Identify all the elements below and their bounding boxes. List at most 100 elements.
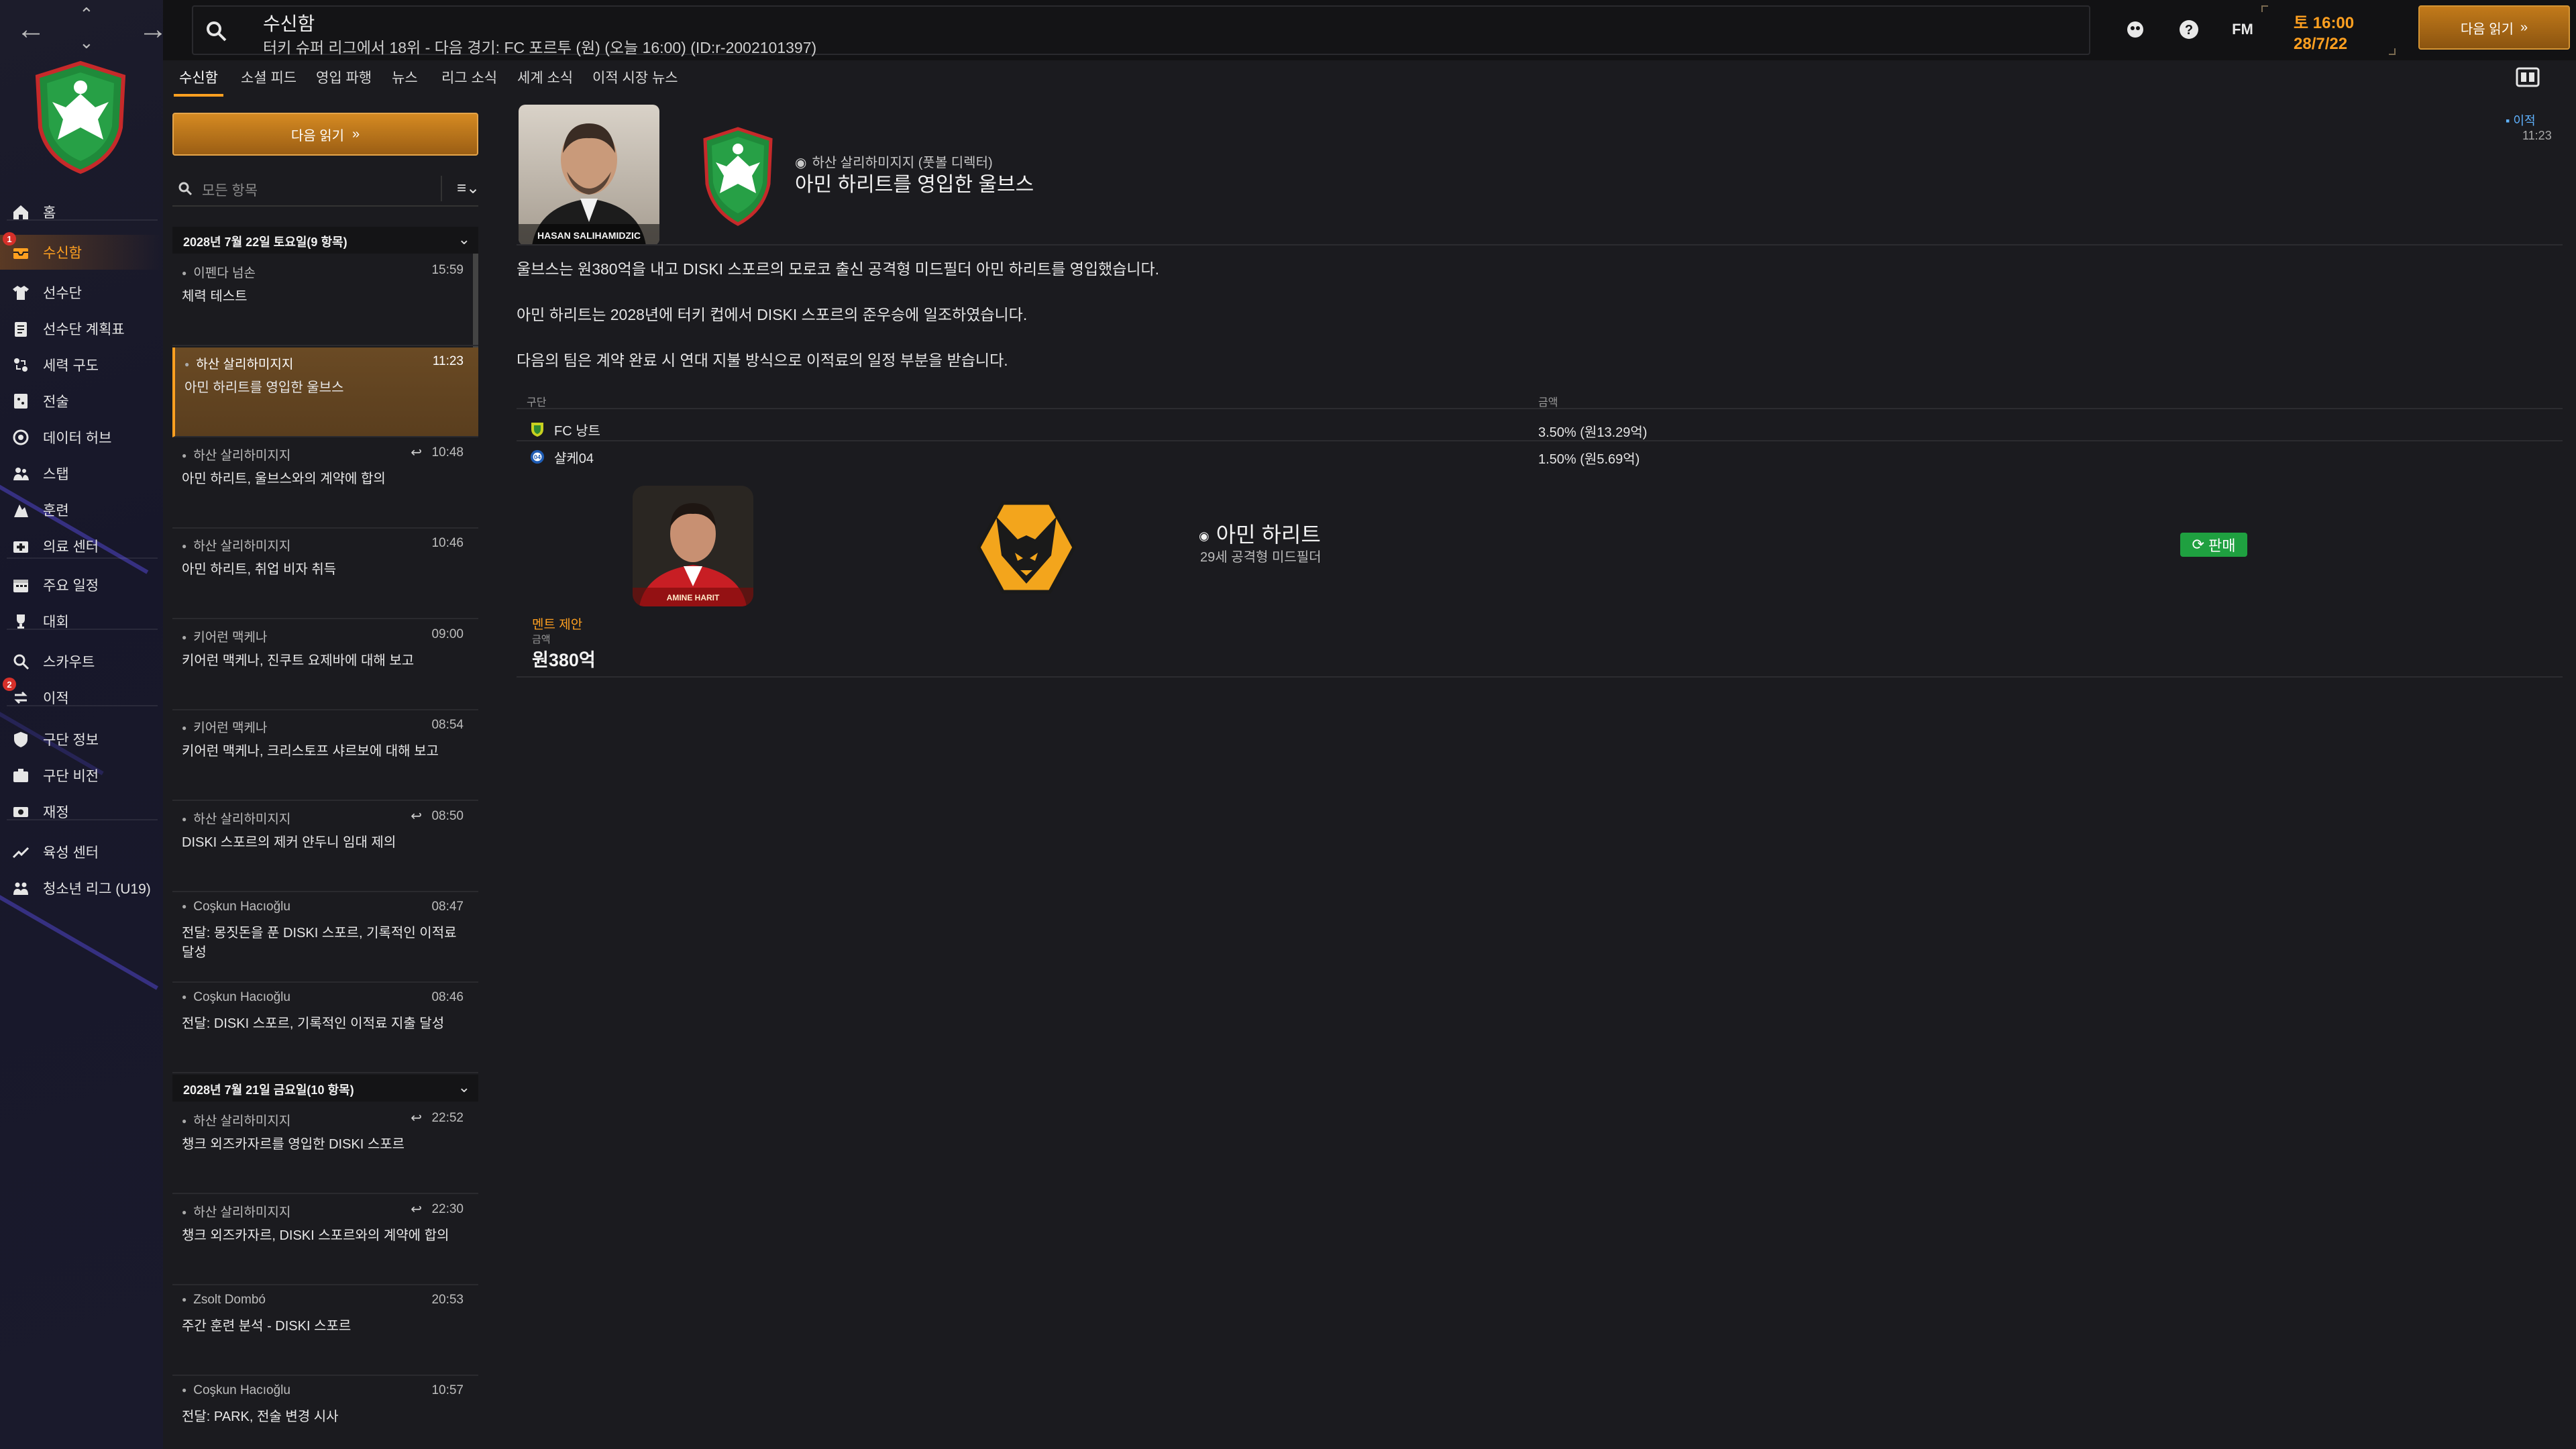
reply-icon: ↩ xyxy=(411,445,422,460)
player-name[interactable]: ◉ 아민 하리트 xyxy=(1199,518,1321,549)
tab-world-news[interactable]: 세계 소식 xyxy=(517,67,573,87)
message-subject: 체력 테스트 xyxy=(182,289,248,304)
inbox-message[interactable]: 키어런 맥케나 09:00 키어런 맥케나, 진쿠트 요제바에 대해 보고 xyxy=(172,621,478,710)
sidebar-item[interactable]: 구단 비전 xyxy=(0,758,163,793)
wolves-crest-icon[interactable] xyxy=(976,500,1077,594)
game-date[interactable]: 토 16:00 28/7/22 xyxy=(2261,5,2396,55)
sidebar-item[interactable]: 청소년 리그 (U19) xyxy=(0,871,163,906)
sidebar-item[interactable]: 세력 구도 xyxy=(0,347,163,382)
message-subject: 아민 하리트, 취업 비자 취득 xyxy=(182,562,337,577)
message-time: 20:53 xyxy=(431,1293,464,1307)
development-icon xyxy=(11,842,31,862)
chevron-down-icon[interactable]: ⌄ xyxy=(458,231,470,248)
inbox-message[interactable]: Coşkun Hacıoğlu 10:57 전달: PARK, 전술 변경 시사 xyxy=(172,1377,478,1449)
inbox-message[interactable]: 하산 살리하미지지 ↩ 10:48 아민 하리트, 울브스와의 계약에 합의 xyxy=(172,439,478,529)
message-subject: DISKI 스포르의 제커 얀두니 임대 제의 xyxy=(182,835,396,850)
message-tag[interactable]: ▪ 이적 xyxy=(2506,111,2536,129)
club-row[interactable]: 04 샬케04 xyxy=(530,447,594,467)
sidebar-item[interactable]: 대회 xyxy=(0,604,163,639)
sidebar-divider xyxy=(7,557,158,559)
sidebar-item[interactable]: 스카우트 xyxy=(0,644,163,679)
sidebar-item[interactable]: 육성 센터 xyxy=(0,835,163,869)
tab-news[interactable]: 뉴스 xyxy=(392,67,418,87)
dynamics-icon xyxy=(11,355,31,375)
chevron-down-icon[interactable]: ⌄ xyxy=(458,1079,470,1096)
tab-transfer-news[interactable]: 이적 시장 뉴스 xyxy=(592,67,678,87)
club-crest-icon[interactable] xyxy=(34,60,127,174)
message-time: 08:54 xyxy=(431,718,464,732)
inbox-message[interactable]: Coşkun Hacıoğlu 08:46 전달: DISKI 스포르, 기록적인 … xyxy=(172,983,478,1073)
message-paragraph: 울브스는 원380억을 내고 DISKI 스포르의 모로코 출신 공격형 미드필… xyxy=(517,260,1160,278)
fee-type: 멘트 제안 xyxy=(532,618,583,632)
date-group-header[interactable]: 2028년 7월 22일 토요일(9 항목) ⌄ xyxy=(172,227,478,254)
message-time: 22:52 xyxy=(431,1111,464,1125)
tab-inbox[interactable]: 수신함 xyxy=(174,67,223,97)
sidebar-item[interactable]: 주요 일정 xyxy=(0,568,163,602)
sidebar-divider xyxy=(7,219,158,221)
message-sender: 키어런 맥케나 xyxy=(182,718,267,736)
sidebar-item[interactable]: 2 이적 xyxy=(0,678,163,715)
club-row[interactable]: FC 낭트 xyxy=(530,419,600,439)
arrow-right-icon[interactable]: → xyxy=(138,15,163,44)
message-subject: 키어런 맥케나, 진쿠트 요제바에 대해 보고 xyxy=(182,653,415,668)
date-day-time: 토 16:00 xyxy=(2294,14,2355,32)
sidebar-item[interactable]: 전술 xyxy=(0,384,163,419)
layout-toggle-icon[interactable] xyxy=(2514,66,2541,89)
tab-league-news[interactable]: 리그 소식 xyxy=(441,67,497,87)
help-icon[interactable]: ? xyxy=(2176,16,2202,43)
inbox-continue-button[interactable]: 다음 읽기 » xyxy=(172,113,478,156)
chevron-down-icon[interactable]: ⌄ xyxy=(79,34,94,51)
fee-sub-label: 금액 xyxy=(532,634,551,645)
inbox-filter[interactable]: 모든 항목 ≡⌄ xyxy=(172,170,480,207)
data-hub-icon xyxy=(11,427,31,447)
sidebar-item[interactable]: 데이터 허브 xyxy=(0,420,163,455)
message-sender: 하산 살리하미지지 xyxy=(182,536,290,554)
inbox-message[interactable]: 하산 살리하미지지 11:23 아민 하리트를 영입한 울브스 xyxy=(172,347,478,437)
inbox-message[interactable]: 이펜다 넘손 15:59 체력 테스트 xyxy=(172,256,478,346)
sidebar-item[interactable]: 선수단 계획표 xyxy=(0,311,163,346)
club-info-icon xyxy=(11,729,31,749)
svg-text:?: ? xyxy=(2185,23,2193,38)
sidebar-item[interactable]: 홈 xyxy=(0,195,163,229)
inbox-message[interactable]: 하산 살리하미지지 ↩ 22:30 챙크 외즈카자르, DISKI 스포르와의 계약에… xyxy=(172,1195,478,1285)
manager-icon[interactable] xyxy=(2122,16,2149,43)
message-sender: Zsolt Dombó xyxy=(182,1293,266,1307)
message-subject: 주간 훈련 분석 - DISKI 스포르 xyxy=(182,1319,352,1334)
arrow-left-icon[interactable]: ← xyxy=(16,15,46,44)
inbox-message[interactable]: 하산 살리하미지지 ↩ 08:50 DISKI 스포르의 제커 얀두니 임대 제의 xyxy=(172,802,478,892)
message-time: 10:57 xyxy=(431,1383,464,1397)
inbox-message[interactable]: Coşkun Hacıoğlu 08:47 전달: 몽짓돈을 푼 DISKI 스포르… xyxy=(172,893,478,983)
message-subject: 아민 하리트, 울브스와의 계약에 합의 xyxy=(182,472,386,486)
message-subject: 키어런 맥케나, 크리스토프 샤르보에 대해 보고 xyxy=(182,744,439,759)
sidebar-item[interactable]: 1 수신함 xyxy=(0,232,163,270)
chevron-up-icon[interactable]: ⌃ xyxy=(79,5,94,23)
message-time: 08:47 xyxy=(431,900,464,914)
fm-menu-button[interactable]: FM xyxy=(2229,16,2256,43)
inbox-message[interactable]: 하산 살리하미지지 ↩ 22:52 챙크 외즈카자르를 영입한 DISKI 스포르 xyxy=(172,1104,478,1194)
message-time: 08:46 xyxy=(431,990,464,1004)
search-bar[interactable]: 수신함 터키 슈퍼 리그에서 18위 - 다음 경기: FC 포르투 (원) (… xyxy=(192,5,2090,56)
date-group-header[interactable]: 2028년 7월 21일 금요일(10 항목) ⌄ xyxy=(172,1075,478,1102)
inbox-message[interactable]: Zsolt Dombó 20:53 주간 훈련 분석 - DISKI 스포르 xyxy=(172,1286,478,1376)
tab-social-feed[interactable]: 소셜 피드 xyxy=(241,67,297,87)
club-amount: 3.50% (원13.29억) xyxy=(1538,425,1648,440)
notification-badge: 1 xyxy=(3,232,16,246)
message-subject: 챙크 외즈카자르, DISKI 스포르와의 계약에 합의 xyxy=(182,1228,449,1243)
tab-recruitment[interactable]: 영입 파행 xyxy=(316,67,372,87)
message-subject: 전달: 몽짓돈을 푼 DISKI 스포르, 기록적인 이적료 달성 xyxy=(182,926,457,960)
inbox-message[interactable]: 하산 살리하미지지 10:46 아민 하리트, 취업 비자 취득 xyxy=(172,529,478,619)
filter-menu-icon[interactable]: ≡⌄ xyxy=(457,178,480,198)
sidebar-item-label: 선수단 계획표 xyxy=(43,322,125,337)
sidebar: ← ⌃ ⌄ → 홈 1 수신함선수단선수단 계획표세력 구도 전술 데이터 허브 스탭 훈련… xyxy=(0,0,163,1449)
sidebar-item[interactable]: 재정 xyxy=(0,794,163,829)
inbox-message[interactable]: 키어런 맥케나 08:54 키어런 맥케나, 크리스토프 샤르보에 대해 보고 xyxy=(172,711,478,801)
sidebar-item[interactable]: 선수단 xyxy=(0,275,163,310)
sidebar-item[interactable]: 훈련 xyxy=(0,492,163,527)
sidebar-divider xyxy=(7,819,158,820)
sidebar-item[interactable]: 스탭 xyxy=(0,456,163,491)
player-photo[interactable]: AMINE HARIT xyxy=(633,486,753,606)
continue-button[interactable]: 다음 읽기 » xyxy=(2418,5,2570,50)
message-time: 11:23 xyxy=(2522,129,2552,142)
filter-input[interactable]: 모든 항목 xyxy=(202,180,258,200)
sidebar-item[interactable]: 구단 정보 xyxy=(0,722,163,757)
